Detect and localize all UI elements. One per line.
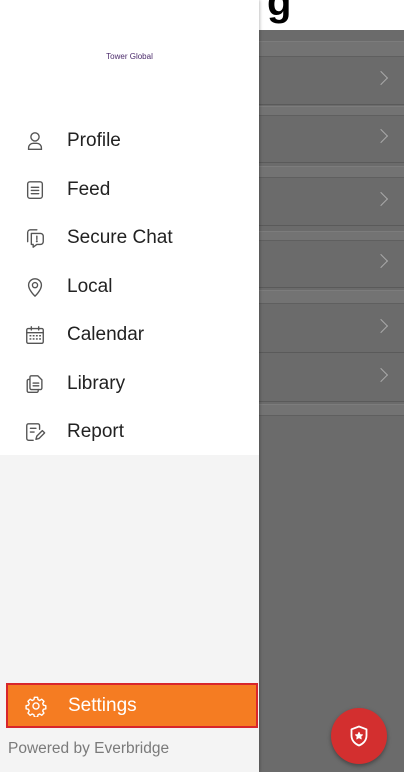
navigation-drawer: Tower Global Profile Feed Secure Chat Lo… xyxy=(0,0,259,772)
menu-item-secure-chat[interactable]: Secure Chat xyxy=(0,214,259,263)
menu-item-settings[interactable]: Settings xyxy=(6,683,258,728)
background-divider xyxy=(259,41,404,57)
menu-item-label: Report xyxy=(67,421,125,443)
background-divider xyxy=(259,106,404,116)
background-divider xyxy=(259,231,404,241)
menu-item-label: Library xyxy=(67,372,126,394)
background-divider xyxy=(259,166,404,178)
shield-star-icon xyxy=(350,725,368,747)
organization-name: Tower Global xyxy=(106,52,153,61)
menu-item-feed[interactable]: Feed xyxy=(0,166,259,215)
screen: g Tower Global Profile Feed Secure Chat … xyxy=(0,0,404,772)
secure-chat-icon xyxy=(24,227,46,249)
menu-item-calendar[interactable]: Calendar xyxy=(0,311,259,360)
drawer-menu: Profile Feed Secure Chat Local Calendar … xyxy=(0,117,259,457)
background-list-row xyxy=(259,357,404,402)
chevron-right-icon xyxy=(373,253,389,269)
background-heading-text: g xyxy=(267,0,292,24)
calendar-icon xyxy=(24,324,46,346)
chevron-right-icon xyxy=(373,367,389,383)
powered-by-text: Powered by Everbridge xyxy=(8,740,170,757)
library-icon xyxy=(24,373,46,395)
background-list-row xyxy=(259,118,404,163)
chevron-right-icon xyxy=(373,318,389,334)
menu-item-library[interactable]: Library xyxy=(0,360,259,409)
menu-item-label: Profile xyxy=(67,130,121,152)
menu-item-report[interactable]: Report xyxy=(0,408,259,457)
menu-item-label: Local xyxy=(67,275,113,297)
person-icon xyxy=(24,130,46,152)
location-pin-icon xyxy=(24,276,46,298)
menu-item-local[interactable]: Local xyxy=(0,263,259,312)
settings-label: Settings xyxy=(68,694,137,716)
gear-icon xyxy=(25,695,47,717)
chevron-right-icon xyxy=(373,191,389,207)
emergency-fab[interactable] xyxy=(331,708,387,764)
menu-item-label: Secure Chat xyxy=(67,227,173,249)
chevron-right-icon xyxy=(373,70,389,86)
menu-item-label: Feed xyxy=(67,178,111,200)
chevron-right-icon xyxy=(373,128,389,144)
background-list-row xyxy=(259,181,404,226)
background-divider xyxy=(259,404,404,416)
menu-item-label: Calendar xyxy=(67,324,145,346)
background-list-row xyxy=(259,60,404,105)
background-list-row xyxy=(259,308,404,353)
background-divider xyxy=(259,290,404,304)
report-icon xyxy=(24,421,46,443)
drawer-menu-panel: Tower Global Profile Feed Secure Chat Lo… xyxy=(0,0,259,455)
background-list-row xyxy=(259,243,404,288)
menu-item-profile[interactable]: Profile xyxy=(0,117,259,166)
background-heading: g xyxy=(259,0,404,30)
feed-icon xyxy=(24,179,46,201)
